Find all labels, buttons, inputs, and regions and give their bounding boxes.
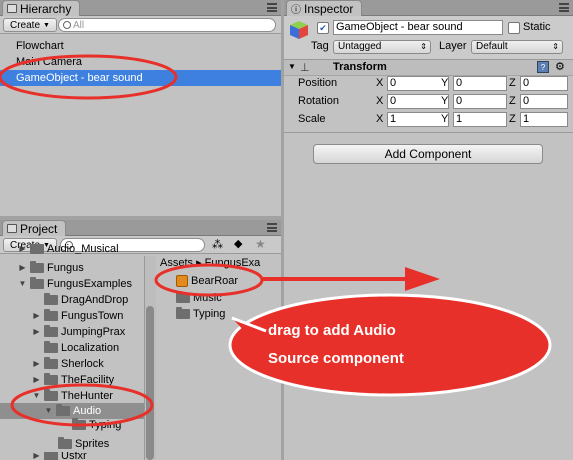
highlight-ellipse-bearroar [154, 263, 264, 297]
callout-text-line2: Source component [268, 350, 404, 367]
drag-arrow [263, 267, 440, 291]
annotation-overlay [0, 54, 552, 427]
callout-bubble [228, 293, 552, 397]
highlight-ellipse-gameobject [0, 54, 178, 100]
callout-text-line1: drag to add Audio [268, 322, 396, 339]
highlight-ellipse-audio-folder [10, 383, 154, 427]
